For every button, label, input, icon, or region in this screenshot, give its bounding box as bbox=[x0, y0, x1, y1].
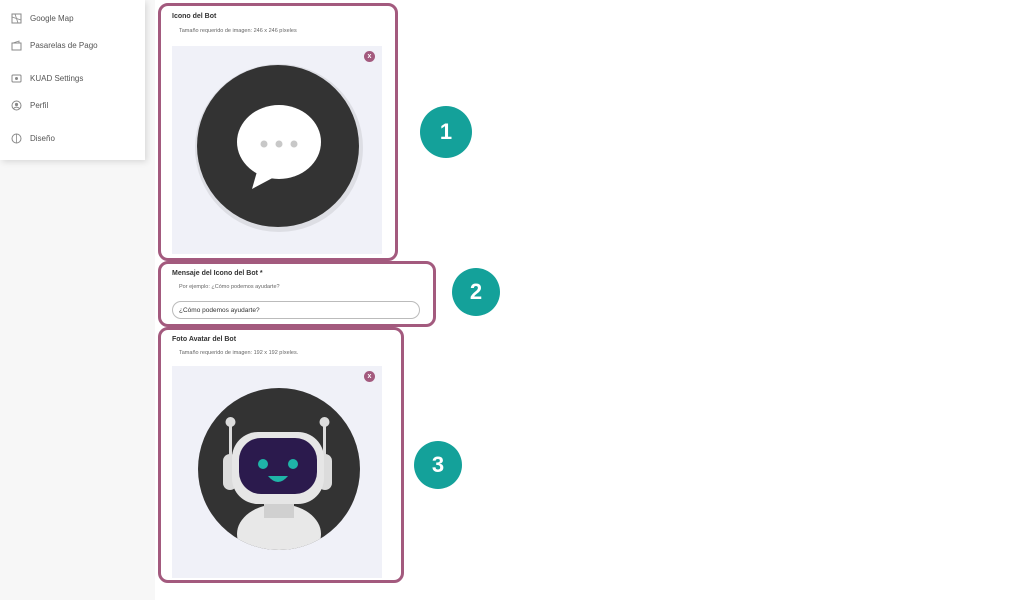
map-icon bbox=[11, 13, 22, 24]
bot-avatar-card: Foto Avatar del Bot Tamaño requerido de … bbox=[158, 327, 404, 583]
chat-bubble-icon bbox=[195, 64, 363, 232]
sidebar-item-label: KUAD Settings bbox=[30, 74, 84, 83]
sidebar-item-label: Diseño bbox=[30, 134, 55, 143]
bot-message-card: Mensaje del Icono del Bot * Por ejemplo:… bbox=[158, 261, 436, 327]
wallet-icon bbox=[11, 40, 22, 51]
bot-icon-preview[interactable]: x bbox=[172, 46, 382, 254]
sidebar-item-diseno[interactable]: Diseño bbox=[11, 133, 55, 144]
bot-avatar-size-hint: Tamaño requerido de imagen: 192 x 192 pí… bbox=[179, 350, 299, 356]
design-icon bbox=[11, 133, 22, 144]
bot-icon-title: Icono del Bot bbox=[172, 13, 217, 20]
sidebar-item-pasarelas[interactable]: Pasarelas de Pago bbox=[11, 40, 98, 51]
bot-avatar-preview[interactable]: x bbox=[172, 366, 382, 578]
settings-icon bbox=[11, 73, 22, 84]
bot-message-title: Mensaje del Icono del Bot * bbox=[172, 270, 263, 277]
sidebar-item-google-map[interactable]: Google Map bbox=[11, 13, 74, 24]
profile-icon bbox=[11, 100, 22, 111]
step-badge-2: 2 bbox=[452, 268, 500, 316]
sidebar-item-perfil[interactable]: Perfil bbox=[11, 100, 48, 111]
sidebar-item-label: Perfil bbox=[30, 101, 49, 110]
bot-message-input[interactable]: ¿Cómo podemos ayudarte? bbox=[172, 301, 420, 319]
robot-avatar-icon bbox=[198, 388, 360, 550]
bot-icon-card: Icono del Bot Tamaño requerido de imagen… bbox=[158, 3, 398, 261]
sidebar-item-kuad-settings[interactable]: KUAD Settings bbox=[11, 73, 83, 84]
sidebar-item-label: Google Map bbox=[30, 14, 74, 23]
bot-icon-size-hint: Tamaño requerido de imagen: 246 x 246 pí… bbox=[179, 28, 297, 34]
step-badge-3: 3 bbox=[414, 441, 462, 489]
step-badge-1: 1 bbox=[420, 106, 472, 158]
sidebar: Google Map Pasarelas de Pago KUAD Settin… bbox=[0, 0, 145, 160]
bot-message-hint: Por ejemplo: ¿Cómo podemos ayudarte? bbox=[179, 284, 280, 290]
bot-avatar-title: Foto Avatar del Bot bbox=[172, 336, 237, 343]
sidebar-item-label: Pasarelas de Pago bbox=[30, 41, 98, 50]
